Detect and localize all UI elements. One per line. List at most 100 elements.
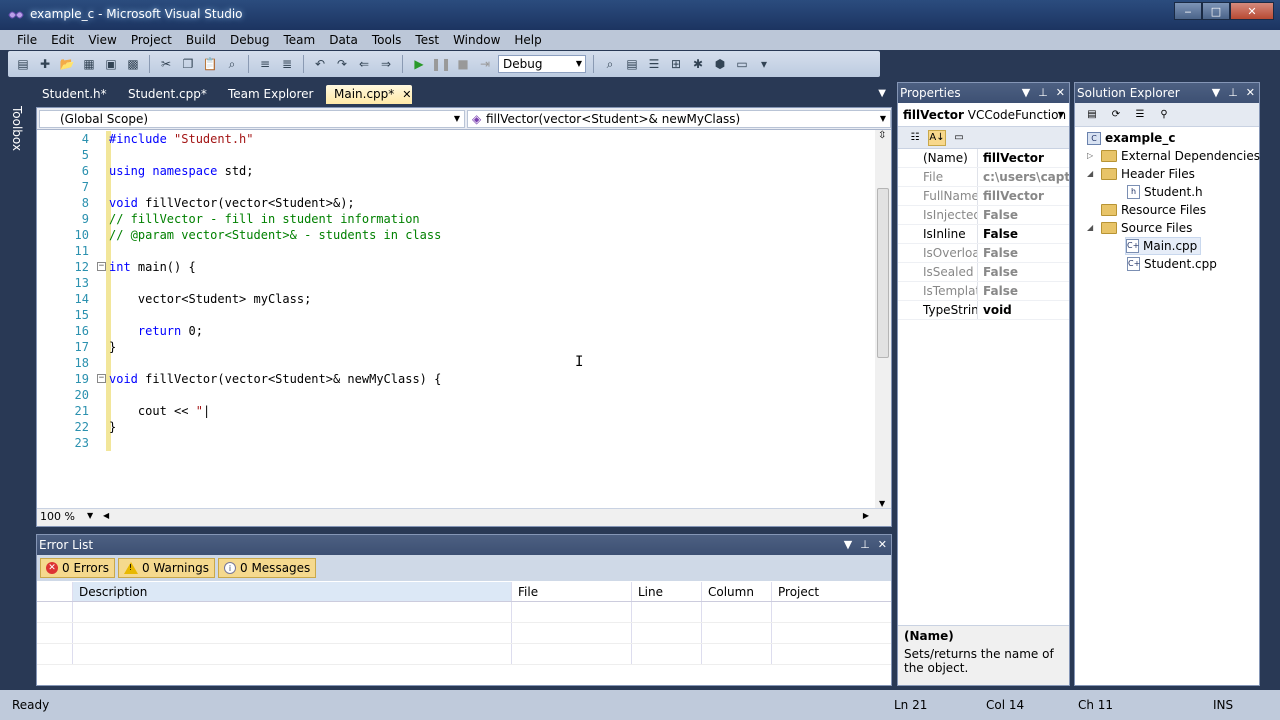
- code-line[interactable]: 15: [37, 307, 875, 323]
- open-file-icon[interactable]: 📂: [58, 55, 76, 73]
- code-line[interactable]: 9 // fillVector - fill in student informa…: [37, 211, 875, 227]
- code-editor[interactable]: (Global Scope) ▼ ◈ fillVector(vector<Stude…: [36, 107, 892, 527]
- column-project[interactable]: Project: [772, 582, 891, 601]
- extension-manager-icon[interactable]: ⬢: [711, 55, 729, 73]
- step-icon[interactable]: ⇥: [476, 55, 494, 73]
- pin-icon[interactable]: ⊥: [1228, 83, 1238, 103]
- properties-icon[interactable]: ☰: [645, 55, 663, 73]
- close-icon[interactable]: ✕: [1246, 83, 1255, 103]
- property-row[interactable]: IsInline False: [898, 225, 1069, 244]
- categorized-icon[interactable]: ☷: [906, 130, 924, 146]
- start-debugging-icon[interactable]: ▶: [410, 55, 428, 73]
- add-item-icon[interactable]: ✚: [36, 55, 54, 73]
- pause-icon[interactable]: ❚❚: [431, 55, 451, 73]
- tree-node-student-h[interactable]: h Student.h: [1127, 183, 1203, 201]
- menu-build[interactable]: Build: [179, 30, 223, 50]
- properties-icon[interactable]: ☰: [1131, 107, 1149, 123]
- solution-configuration-select[interactable]: Debug ▼: [498, 55, 586, 73]
- column-description[interactable]: Description: [73, 582, 512, 601]
- tab-student-h[interactable]: Student.h*: [34, 85, 116, 104]
- find-in-files-icon[interactable]: ⌕: [601, 55, 619, 73]
- property-pages-icon[interactable]: ▭: [950, 130, 968, 146]
- tree-node-source-files[interactable]: ◢ Source Files: [1087, 219, 1192, 237]
- pin-icon[interactable]: ⊥: [860, 535, 870, 555]
- vertical-scrollbar[interactable]: ⇳ ▼: [875, 130, 891, 510]
- menu-help[interactable]: Help: [507, 30, 548, 50]
- code-area[interactable]: 4 #include "Student.h" 5 6 using namespace s…: [37, 130, 875, 510]
- scroll-thumb[interactable]: [877, 188, 889, 358]
- property-value[interactable]: c:\users\captain: [978, 168, 1069, 186]
- add-new-item-icon[interactable]: ▦: [80, 55, 98, 73]
- pin-icon[interactable]: ⊥: [1038, 83, 1048, 103]
- menu-test[interactable]: Test: [408, 30, 446, 50]
- close-button[interactable]: ✕: [1230, 2, 1274, 20]
- property-value[interactable]: void: [978, 301, 1069, 319]
- alphabetical-icon[interactable]: A↓: [928, 129, 946, 146]
- save-icon[interactable]: ▣: [102, 55, 120, 73]
- refresh-icon[interactable]: ⟳: [1107, 107, 1125, 123]
- dropdown-icon[interactable]: ▼: [1212, 83, 1220, 103]
- cut-icon[interactable]: ✂: [157, 55, 175, 73]
- maximize-button[interactable]: □: [1202, 2, 1230, 20]
- tab-main-cpp[interactable]: Main.cpp* ✕: [326, 85, 412, 104]
- code-line[interactable]: 23: [37, 435, 875, 451]
- code-line[interactable]: 22}: [37, 419, 875, 435]
- start-page-icon[interactable]: ▭: [733, 55, 751, 73]
- warnings-filter-button[interactable]: ! 0 Warnings: [117, 558, 215, 578]
- copy-icon[interactable]: ❐: [179, 55, 197, 73]
- toolbox-tab[interactable]: Toolbox: [10, 106, 24, 151]
- tree-node-student-cpp[interactable]: C+ Student.cpp: [1127, 255, 1217, 273]
- property-row[interactable]: (Name) fillVector: [898, 149, 1069, 168]
- code-line[interactable]: 11: [37, 243, 875, 259]
- code-line[interactable]: 10 // @param vector<Student>& - students …: [37, 227, 875, 243]
- property-value[interactable]: False: [978, 206, 1069, 224]
- tab-student-cpp[interactable]: Student.cpp*: [120, 85, 216, 104]
- menu-view[interactable]: View: [81, 30, 123, 50]
- menu-tools[interactable]: Tools: [365, 30, 409, 50]
- collapse-icon[interactable]: −: [97, 262, 106, 271]
- code-line[interactable]: 19− void fillVector(vector<Student>& newM…: [37, 371, 875, 387]
- property-value[interactable]: False: [978, 282, 1069, 300]
- scroll-right-icon[interactable]: ▶: [863, 511, 869, 520]
- code-line[interactable]: 12− int main() {: [37, 259, 875, 275]
- dropdown-icon[interactable]: ▼: [1022, 83, 1030, 103]
- code-line[interactable]: 13: [37, 275, 875, 291]
- code-line[interactable]: 4 #include "Student.h": [37, 131, 875, 147]
- paste-icon[interactable]: 📋: [201, 55, 219, 73]
- tree-node-project[interactable]: Cexample_c: [1087, 129, 1175, 147]
- scroll-down-icon[interactable]: ▼: [879, 499, 885, 508]
- solution-explorer-icon[interactable]: ▤: [623, 55, 641, 73]
- tree-node-header-files[interactable]: ◢ Header Files: [1087, 165, 1195, 183]
- property-value[interactable]: False: [978, 244, 1069, 262]
- collapse-icon[interactable]: ◢: [1087, 219, 1097, 237]
- property-row[interactable]: FullName fillVector: [898, 187, 1069, 206]
- column-file[interactable]: File: [512, 582, 632, 601]
- menu-project[interactable]: Project: [124, 30, 179, 50]
- more-tools-icon[interactable]: ▾: [755, 55, 773, 73]
- property-row[interactable]: TypeStringvoid: [898, 301, 1069, 320]
- class-view-icon[interactable]: ⚲: [1155, 107, 1173, 123]
- stop-icon[interactable]: ■: [454, 55, 472, 73]
- property-row[interactable]: IsSealed False: [898, 263, 1069, 282]
- menu-window[interactable]: Window: [446, 30, 507, 50]
- collapse-icon[interactable]: ◢: [1087, 165, 1097, 183]
- collapse-icon[interactable]: −: [97, 374, 106, 383]
- tab-dropdown-icon[interactable]: ▼: [878, 88, 886, 99]
- column-column[interactable]: Column: [702, 582, 772, 601]
- scroll-left-icon[interactable]: ◀: [103, 511, 109, 520]
- code-line[interactable]: 8 void fillVector(vector<Student>&);: [37, 195, 875, 211]
- menu-edit[interactable]: Edit: [44, 30, 81, 50]
- close-icon[interactable]: ✕: [878, 535, 887, 555]
- code-line[interactable]: 5: [37, 147, 875, 163]
- property-value[interactable]: False: [978, 225, 1069, 243]
- property-value[interactable]: False: [978, 263, 1069, 281]
- icon-column[interactable]: [37, 582, 73, 601]
- expand-icon[interactable]: ▷: [1087, 147, 1097, 165]
- minimize-button[interactable]: ‒: [1174, 2, 1202, 20]
- messages-filter-button[interactable]: i 0 Messages: [218, 558, 317, 578]
- errors-filter-button[interactable]: ✕ 0 Errors: [40, 558, 115, 578]
- object-selector[interactable]: fillVector VCCodeFunction ▼: [898, 103, 1069, 127]
- scope-dropdown[interactable]: (Global Scope) ▼: [39, 110, 465, 128]
- code-line[interactable]: 6 using namespace std;: [37, 163, 875, 179]
- undo-icon[interactable]: ↶: [311, 55, 329, 73]
